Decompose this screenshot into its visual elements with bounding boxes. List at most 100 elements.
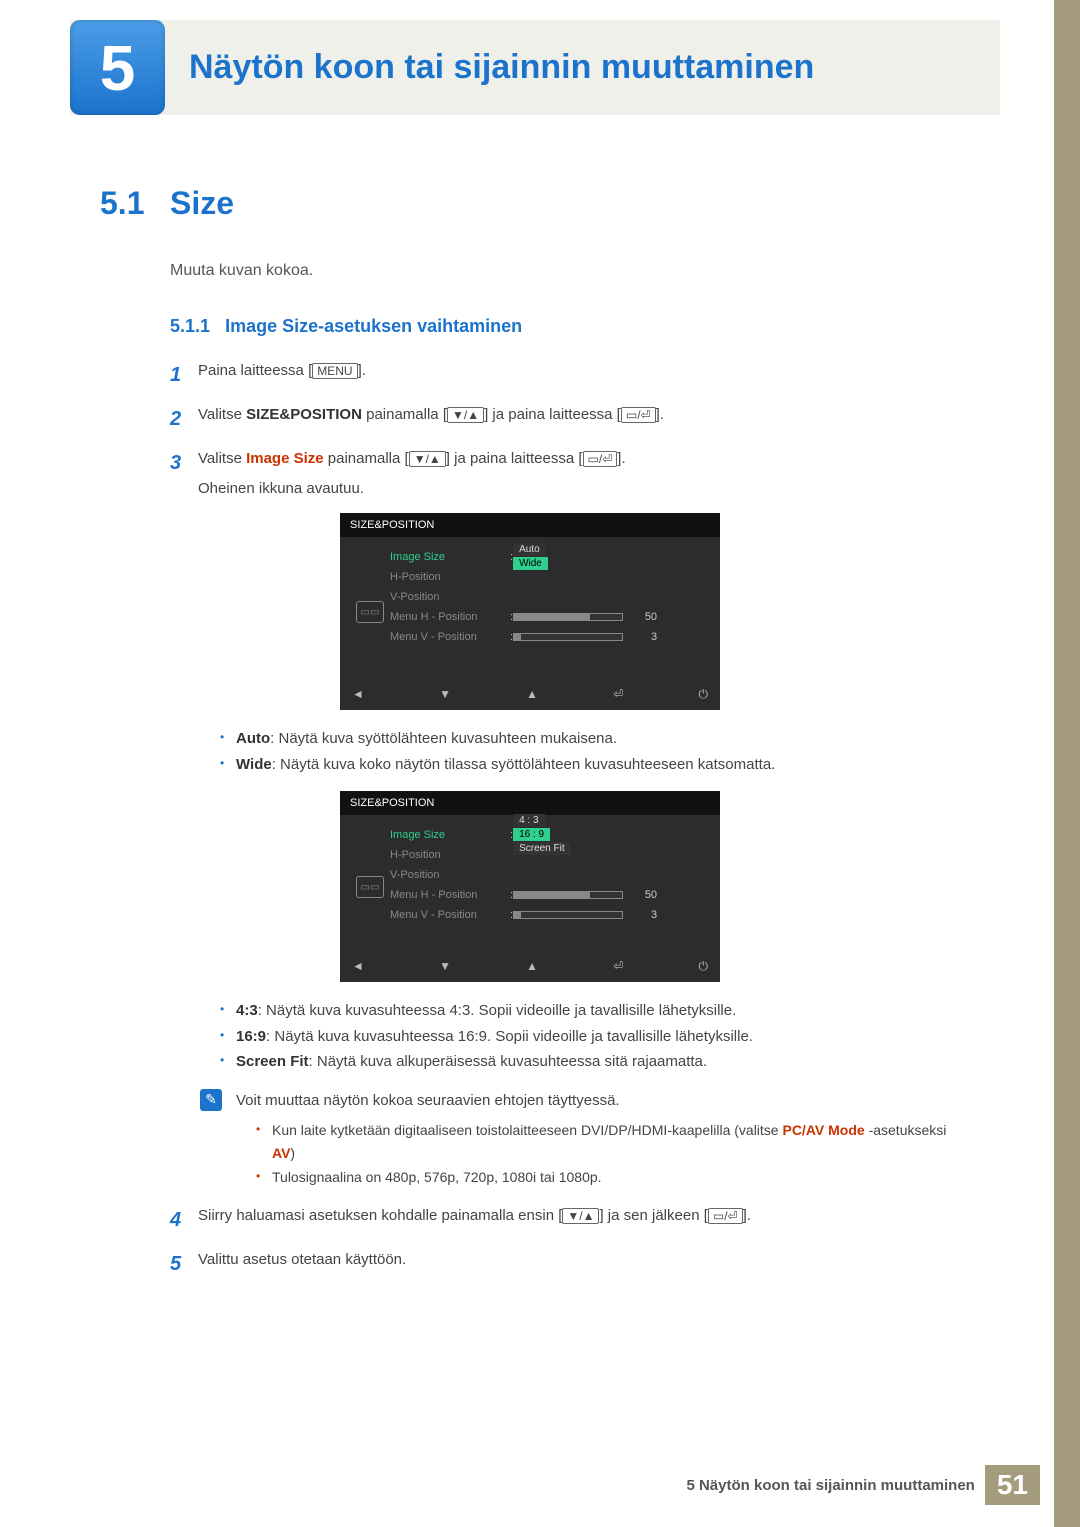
step-4-post: ].: [743, 1207, 751, 1224]
osd-row-hpos: H-Position: [390, 571, 510, 583]
section-heading: 5.1 Size: [100, 185, 960, 222]
note-item-1: Kun laite kytketään digitaaliseen toisto…: [256, 1119, 960, 1167]
osd-nav-left-icon: ◄: [352, 959, 364, 974]
osd-nav-enter-icon: ⏎: [613, 687, 623, 702]
osd-menuh-value: 50: [633, 889, 657, 901]
osd-title: SIZE&POSITION: [340, 513, 720, 537]
step-4: 4 Siirry haluamasi asetuksen kohdalle pa…: [170, 1204, 960, 1236]
step-4-pre: Siirry haluamasi asetuksen kohdalle pain…: [198, 1207, 562, 1224]
step-3-pre: Valitse: [198, 450, 246, 467]
osd-menuv-slider: [513, 911, 623, 919]
osd-option-screenfit: Screen Fit: [513, 842, 571, 855]
osd-row-menuv: Menu V - Position: [390, 909, 510, 921]
osd-nav-up-icon: ▲: [526, 687, 538, 702]
arrow-updown-icon: ▼/▲: [447, 407, 484, 423]
subsection-title: Image Size-asetuksen vaihtaminen: [225, 316, 522, 336]
step-4-mid: ] ja sen jälkeen [: [599, 1207, 707, 1224]
step-2-mid2: ] ja paina laitteessa [: [484, 406, 621, 423]
osd-nav-enter-icon: ⏎: [613, 959, 623, 974]
osd-row-vpos: V-Position: [390, 869, 510, 881]
bullet-auto-text: : Näytä kuva syöttölähteen kuvasuhteen m…: [270, 730, 617, 747]
osd-nav-power-icon: ⏻: [698, 687, 708, 702]
osd-nav-left-icon: ◄: [352, 687, 364, 702]
step-5: 5 Valittu asetus otetaan käyttöön.: [170, 1248, 960, 1280]
osd-size-icon: ▭▭: [356, 876, 384, 898]
note-block: ✎ Voit muuttaa näytön kokoa seuraavien e…: [200, 1089, 960, 1190]
step-3: 3 Valitse Image Size painamalla [▼/▲] ja…: [170, 447, 960, 501]
size-position-label: SIZE&POSITION: [246, 406, 362, 423]
chapter-header: 5 Näytön koon tai sijainnin muuttaminen: [70, 20, 1000, 115]
bullet-fit-label: Screen Fit: [236, 1053, 309, 1070]
step-2-post: ].: [656, 406, 664, 423]
osd-footer: ◄ ▼ ▲ ⏎ ⏻: [340, 677, 720, 710]
footer-text: 5 Näytön koon tai sijainnin muuttaminen: [686, 1477, 974, 1494]
step-3-tail: Oheinen ikkuna avautuu.: [198, 477, 960, 501]
bullet-list-1: Auto: Näytä kuva syöttölähteen kuvasuhte…: [220, 726, 960, 777]
image-size-label: Image Size: [246, 450, 324, 467]
step-5-text: Valittu asetus otetaan käyttöön.: [198, 1248, 960, 1272]
osd-option-wide: Wide: [513, 557, 548, 570]
av-label: AV: [272, 1145, 290, 1161]
step-2-mid: painamalla [: [362, 406, 447, 423]
osd-footer: ◄ ▼ ▲ ⏎ ⏻: [340, 949, 720, 982]
step-number: 2: [170, 403, 198, 435]
osd-row-menuh: Menu H - Position: [390, 611, 510, 623]
osd-row-hpos: H-Position: [390, 849, 510, 861]
subsection-heading: 5.1.1 Image Size-asetuksen vaihtaminen: [170, 316, 960, 337]
note-1-pre: Kun laite kytketään digitaaliseen toisto…: [272, 1122, 782, 1138]
osd-row-image-size: Image Size: [390, 551, 510, 563]
page-footer: 5 Näytön koon tai sijainnin muuttaminen …: [686, 1465, 1040, 1505]
note-1-post: ): [290, 1145, 295, 1161]
bullet-fit-text: : Näytä kuva alkuperäisessä kuvasuhteess…: [309, 1053, 708, 1070]
step-1-text-post: ].: [358, 362, 366, 379]
osd-nav-down-icon: ▼: [439, 687, 451, 702]
osd-nav-down-icon: ▼: [439, 959, 451, 974]
right-stripe: [1054, 0, 1080, 1527]
chapter-number-badge: 5: [70, 20, 165, 115]
osd-screenshot-2: SIZE&POSITION ▭▭ Image Size : 4 : 3 16 :…: [340, 791, 720, 982]
step-1: 1 Paina laitteessa [MENU].: [170, 359, 960, 391]
step-number: 4: [170, 1204, 198, 1236]
note-lead: Voit muuttaa näytön kokoa seuraavien eht…: [236, 1089, 960, 1113]
osd-menuv-value: 3: [633, 631, 657, 643]
step-number: 3: [170, 447, 198, 479]
step-2: 2 Valitse SIZE&POSITION painamalla [▼/▲]…: [170, 403, 960, 435]
bullet-43-label: 4:3: [236, 1002, 258, 1019]
osd-menuv-value: 3: [633, 909, 657, 921]
bullet-43-text: : Näytä kuva kuvasuhteessa 4:3. Sopii vi…: [258, 1002, 737, 1019]
step-3-mid2: ] ja paina laitteessa [: [446, 450, 583, 467]
osd-title: SIZE&POSITION: [340, 791, 720, 815]
section-title: Size: [170, 185, 234, 222]
arrow-updown-icon: ▼/▲: [562, 1208, 599, 1224]
section-intro: Muuta kuvan kokoa.: [170, 262, 960, 280]
footer-page-number: 51: [985, 1465, 1040, 1505]
bullet-wide-label: Wide: [236, 756, 272, 773]
osd-menuv-slider: [513, 633, 623, 641]
note-item-2: Tulosignaalina on 480p, 576p, 720p, 1080…: [256, 1166, 960, 1190]
subsection-number: 5.1.1: [170, 316, 210, 336]
step-1-text-pre: Paina laitteessa [: [198, 362, 312, 379]
osd-menuh-value: 50: [633, 611, 657, 623]
step-2-pre: Valitse: [198, 406, 246, 423]
osd-nav-up-icon: ▲: [526, 959, 538, 974]
step-number: 1: [170, 359, 198, 391]
enter-icon: ▭/⏎: [583, 451, 618, 467]
bullet-auto-label: Auto: [236, 730, 270, 747]
osd-nav-power-icon: ⏻: [698, 959, 708, 974]
osd-size-icon: ▭▭: [356, 601, 384, 623]
menu-button-glyph: MENU: [312, 363, 357, 379]
bullet-169-label: 16:9: [236, 1028, 266, 1045]
arrow-updown-icon: ▼/▲: [409, 451, 446, 467]
osd-row-menuh: Menu H - Position: [390, 889, 510, 901]
note-icon: ✎: [200, 1089, 222, 1111]
osd-row-vpos: V-Position: [390, 591, 510, 603]
enter-icon: ▭/⏎: [708, 1208, 743, 1224]
osd-row-image-size: Image Size: [390, 829, 510, 841]
osd-menuh-slider: [513, 613, 623, 621]
chapter-title: Näytön koon tai sijainnin muuttaminen: [189, 48, 814, 87]
bullet-169-text: : Näytä kuva kuvasuhteessa 16:9. Sopii v…: [266, 1028, 753, 1045]
osd-option-169: 16 : 9: [513, 828, 550, 841]
osd-option-auto: Auto: [513, 543, 546, 556]
pc-av-mode-label: PC/AV Mode: [782, 1122, 864, 1138]
section-number: 5.1: [100, 185, 170, 222]
